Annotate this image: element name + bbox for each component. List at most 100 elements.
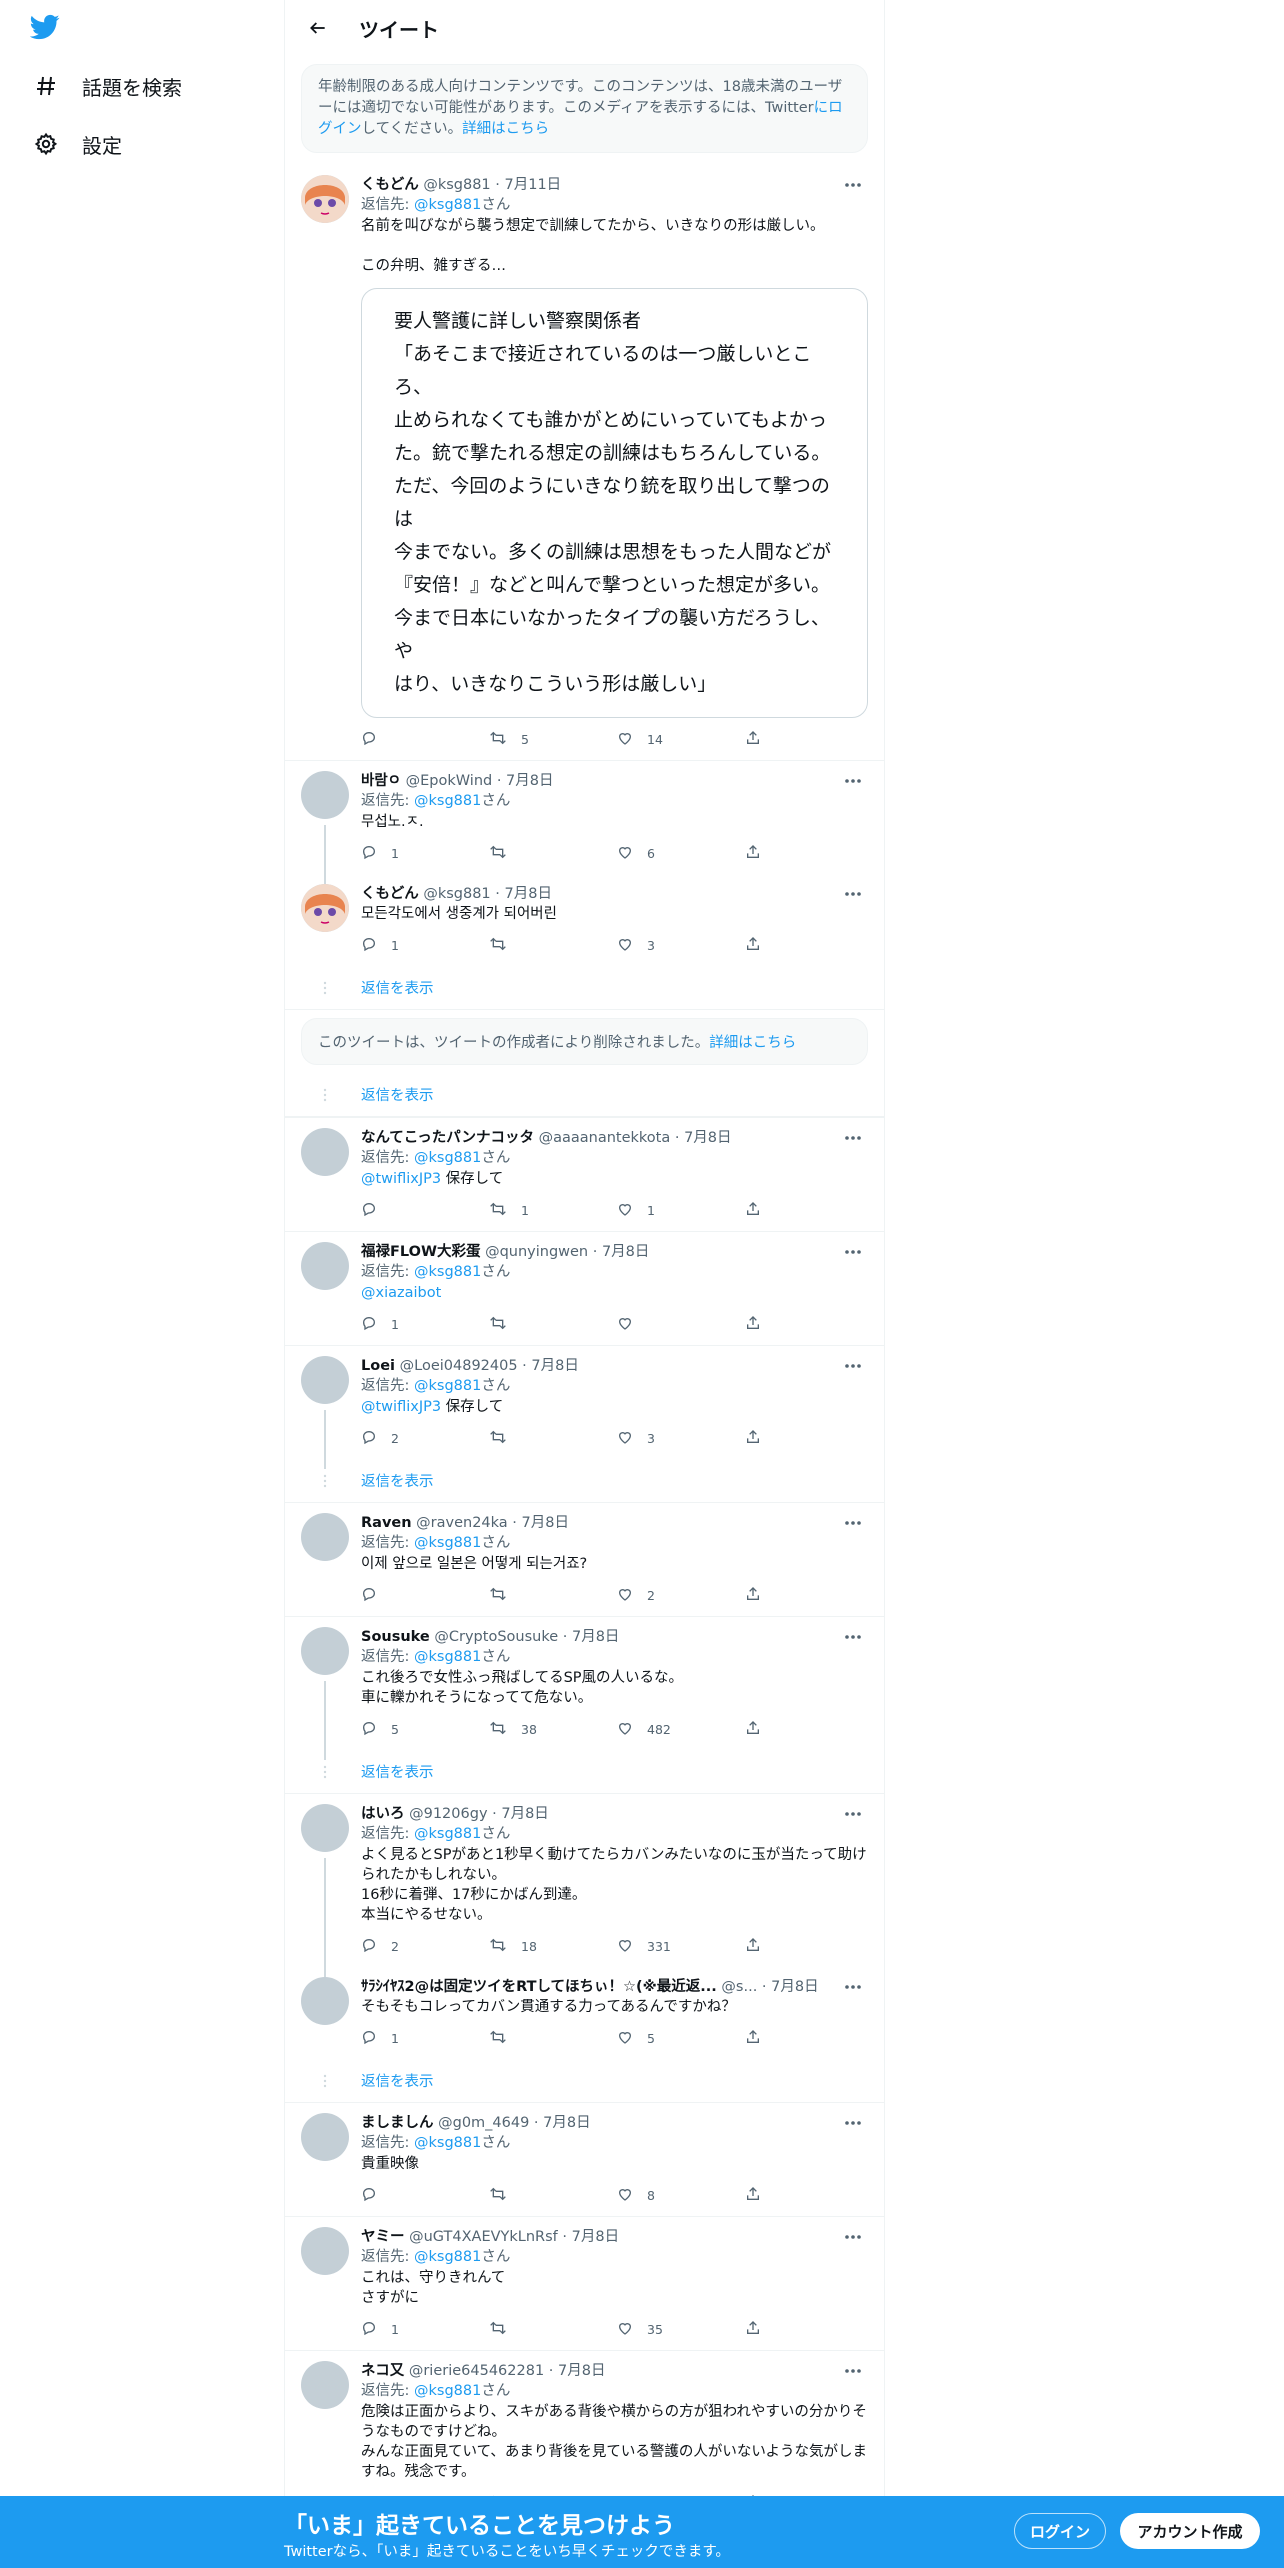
retweet-button[interactable]	[489, 1586, 617, 1605]
signup-button[interactable]: アカウント作成	[1120, 2513, 1260, 2549]
share-button[interactable]	[745, 1201, 785, 1220]
author-handle[interactable]: @aaaanantekkota	[539, 1130, 671, 1146]
like-button[interactable]: 331	[617, 1937, 745, 1956]
share-button[interactable]	[745, 1937, 785, 1956]
more-options-icon[interactable]	[840, 1513, 866, 1533]
author-name[interactable]: ｻﾗｼｲﾔｽ2@は固定ツイをRTしてほちぃ！☆(※最近返...	[361, 1979, 717, 1995]
avatar[interactable]	[301, 2227, 349, 2275]
avatar[interactable]	[301, 1128, 349, 1176]
reply-to-link[interactable]: @ksg881	[414, 2383, 481, 2399]
show-replies-row[interactable]: 返信を表示	[285, 1459, 884, 1503]
retweet-button[interactable]	[489, 2029, 617, 2048]
author-handle[interactable]: @rierie645462281	[409, 2363, 544, 2379]
tweet-date[interactable]: 7月8日	[505, 886, 552, 902]
reply-button[interactable]: 1	[361, 2029, 489, 2048]
back-arrow-icon[interactable]	[301, 11, 335, 45]
retweet-button[interactable]	[489, 2186, 617, 2205]
more-options-icon[interactable]	[840, 884, 866, 904]
author-handle[interactable]: @EpokWind	[406, 773, 493, 789]
reply-tweet[interactable]: Raven @raven24ka · 7月8日 返信先: @ksg881さん 이제 …	[285, 1503, 884, 1617]
reply-to-link[interactable]: @ksg881	[414, 2249, 481, 2265]
author-name[interactable]: 福禄FLOW大彩蛋	[361, 1244, 480, 1260]
like-button[interactable]: 35	[617, 2320, 745, 2339]
reply-to-link[interactable]: @ksg881	[414, 1535, 481, 1551]
show-replies-link[interactable]: 返信を表示	[361, 977, 434, 998]
reply-to-link[interactable]: @ksg881	[414, 2135, 481, 2151]
tweet-date[interactable]: 7月8日	[531, 1358, 578, 1374]
tweet-date[interactable]: 7月8日	[771, 1979, 818, 1995]
like-button[interactable]: 14	[617, 730, 745, 749]
avatar[interactable]	[301, 1627, 349, 1675]
tweet-date[interactable]: 7月8日	[602, 1244, 649, 1260]
like-button[interactable]: 3	[617, 936, 745, 955]
show-replies-link[interactable]: 返信を表示	[361, 1084, 434, 1105]
reply-button[interactable]: 1	[361, 1315, 489, 1334]
avatar[interactable]	[301, 1356, 349, 1404]
reply-tweet[interactable]: はいろ @91206gy · 7月8日 返信先: @ksg881さん よく見るとSP…	[285, 1794, 884, 1977]
nav-explore[interactable]: 話題を検索	[30, 58, 182, 114]
avatar[interactable]	[301, 1977, 349, 2025]
author-name[interactable]: なんてこったパンナコッタ	[361, 1130, 534, 1146]
avatar[interactable]	[301, 1804, 349, 1852]
tweet-date[interactable]: 7月8日	[543, 2115, 590, 2131]
reply-button[interactable]: 5	[361, 1720, 489, 1739]
avatar[interactable]	[301, 884, 349, 932]
like-button[interactable]: 3	[617, 1429, 745, 1448]
author-handle[interactable]: @Loei04892405	[400, 1358, 518, 1374]
show-replies-row[interactable]: 返信を表示	[285, 966, 884, 1010]
author-handle[interactable]: @g0m_4649	[438, 2115, 529, 2131]
like-button[interactable]: 1	[617, 1201, 745, 1220]
mention-link[interactable]: @twiflixJP3	[361, 1171, 441, 1187]
reply-button[interactable]: 2	[361, 1429, 489, 1448]
author-handle[interactable]: @CryptoSousuke	[434, 1629, 558, 1645]
author-name[interactable]: くもどん	[361, 886, 419, 902]
author-handle[interactable]: @s...	[721, 1979, 757, 1995]
login-button[interactable]: ログイン	[1014, 2513, 1106, 2549]
like-button[interactable]: 482	[617, 1720, 745, 1739]
author-handle[interactable]: @ksg881	[423, 177, 490, 193]
author-name[interactable]: 바람ㅇ	[361, 773, 401, 789]
details-link[interactable]: 詳細はこちら	[462, 121, 549, 137]
author-handle[interactable]: @qunyingwen	[485, 1244, 588, 1260]
tweet-date[interactable]: 7月8日	[684, 1130, 731, 1146]
reply-button[interactable]	[361, 1586, 489, 1605]
main-tweet[interactable]: くもどん @ksg881 · 7月11日 返信先: @ksg881さん 名前を叫…	[285, 165, 884, 761]
reply-to-link[interactable]: @ksg881	[414, 1264, 481, 1280]
retweet-button[interactable]: 1	[489, 1201, 617, 1220]
author-name[interactable]: Sousuke	[361, 1629, 430, 1645]
like-button[interactable]	[617, 1315, 745, 1334]
author-handle[interactable]: @91206gy	[409, 1806, 487, 1822]
tweet-date[interactable]: 7月8日	[572, 2229, 619, 2245]
share-button[interactable]	[745, 1586, 785, 1605]
show-replies-link[interactable]: 返信を表示	[361, 1761, 434, 1782]
quoted-image-card[interactable]: 要人警護に詳しい警察関係者 「あそこまで接近されているのは一つ厳しいところ、 止…	[361, 288, 868, 718]
share-button[interactable]	[745, 844, 785, 863]
more-options-icon[interactable]	[840, 1804, 866, 1824]
like-button[interactable]: 8	[617, 2186, 745, 2205]
retweet-button[interactable]	[489, 1315, 617, 1334]
reply-tweet[interactable]: ｻﾗｼｲﾔｽ2@は固定ツイをRTしてほちぃ！☆(※最近返... @s... · …	[285, 1967, 884, 2059]
reply-button[interactable]: 1	[361, 844, 489, 863]
reply-to-link[interactable]: @ksg881	[414, 793, 481, 809]
reply-tweet[interactable]: 福禄FLOW大彩蛋 @qunyingwen · 7月8日 返信先: @ksg881…	[285, 1232, 884, 1346]
share-button[interactable]	[745, 2029, 785, 2048]
more-options-icon[interactable]	[840, 2113, 866, 2133]
details-link[interactable]: 詳細はこちら	[709, 1035, 796, 1051]
show-replies-row[interactable]: 返信を表示	[285, 1073, 884, 1117]
reply-tweet[interactable]: ヤミー @uGT4XAEVYkLnRsf · 7月8日 返信先: @ksg881さ…	[285, 2217, 884, 2351]
more-options-icon[interactable]	[840, 2361, 866, 2381]
reply-button[interactable]	[361, 1201, 489, 1220]
reply-button[interactable]	[361, 2186, 489, 2205]
author-name[interactable]: ネコ又	[361, 2363, 404, 2379]
show-replies-row[interactable]: 返信を表示	[285, 2059, 884, 2103]
tweet-date[interactable]: 7月11日	[505, 177, 562, 193]
share-button[interactable]	[745, 1720, 785, 1739]
author-handle[interactable]: @ksg881	[423, 886, 490, 902]
author-name[interactable]: はいろ	[361, 1806, 405, 1822]
like-button[interactable]: 2	[617, 1586, 745, 1605]
reply-button[interactable]: 1	[361, 936, 489, 955]
author-name[interactable]: ヤミー	[361, 2229, 405, 2245]
avatar[interactable]	[301, 1242, 349, 1290]
more-options-icon[interactable]	[840, 1242, 866, 1262]
reply-button[interactable]	[361, 730, 489, 749]
